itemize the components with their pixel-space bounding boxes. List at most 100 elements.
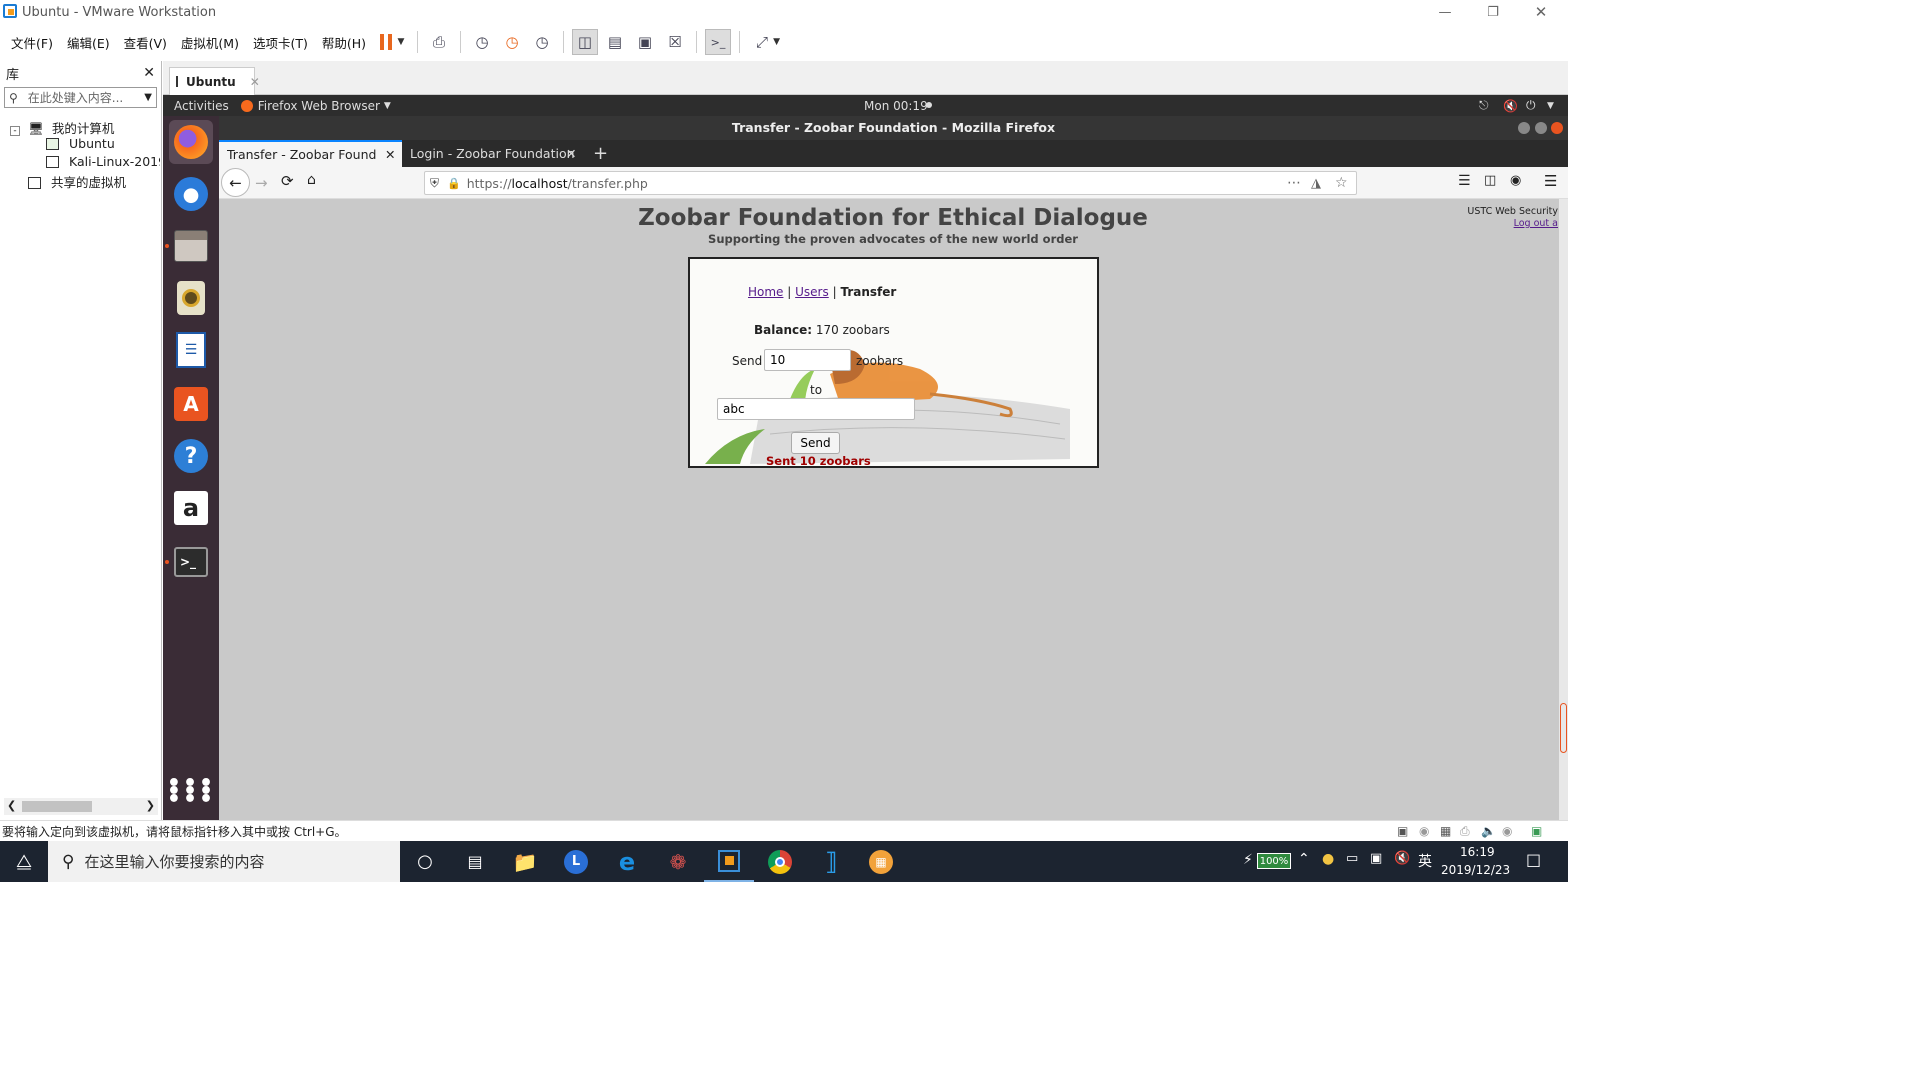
amount-input[interactable]: [764, 349, 851, 371]
scroll-right-icon[interactable]: ❯: [146, 799, 155, 812]
page-actions-icon[interactable]: ⋯: [1287, 175, 1301, 191]
chevron-down-icon[interactable]: ▼: [1547, 101, 1554, 111]
ff-close-button[interactable]: [1551, 122, 1563, 134]
battery-indicator[interactable]: 100%: [1257, 853, 1291, 869]
tab-login[interactable]: Login - Zoobar Foundation ✕: [402, 140, 582, 167]
taskbar-search-box[interactable]: ⚲ 在这里输入你要搜索的内容: [48, 841, 400, 882]
close-icon[interactable]: ✕: [385, 147, 395, 162]
recipient-input[interactable]: [717, 398, 915, 420]
close-button[interactable]: ✕: [1518, 0, 1564, 24]
app-menu[interactable]: Firefox Web Browser: [258, 99, 380, 113]
cd-icon[interactable]: ◉: [1419, 824, 1429, 838]
tray-expand-icon[interactable]: ⌃: [1298, 851, 1310, 867]
firefox-icon[interactable]: [169, 120, 213, 164]
thumbnail-bar-icon[interactable]: ▤: [602, 29, 628, 55]
new-tab-button[interactable]: +: [585, 140, 615, 167]
vscode-icon[interactable]: ⟧: [806, 841, 856, 882]
close-icon[interactable]: ✕: [566, 146, 576, 161]
reload-button[interactable]: ⟳: [281, 172, 294, 190]
hdd-icon[interactable]: ▣: [1397, 824, 1408, 838]
volume-muted-icon[interactable]: 🔇: [1394, 851, 1410, 866]
full-screen-icon[interactable]: ▣: [632, 29, 658, 55]
pause-icon[interactable]: ▼: [375, 29, 409, 55]
action-center-icon[interactable]: □: [1526, 850, 1541, 869]
menu-file[interactable]: 文件(F): [4, 33, 60, 52]
activities-button[interactable]: Activities: [174, 99, 229, 113]
url-bar[interactable]: ⛨ 🔒 https://localhost/transfer.php ⋯ ◮ ☆: [424, 171, 1357, 195]
app-icon[interactable]: ❁: [653, 841, 703, 882]
snapshot-manager-icon[interactable]: ◷: [529, 29, 555, 55]
console-view-icon[interactable]: >_: [705, 29, 732, 55]
clock[interactable]: Mon 00:19: [864, 99, 928, 113]
thunderbird-icon[interactable]: [171, 174, 211, 214]
chrome-icon[interactable]: [755, 841, 805, 882]
task-view-icon[interactable]: ▤: [450, 841, 500, 882]
terminal-icon[interactable]: >_: [171, 542, 211, 582]
file-explorer-icon[interactable]: 📁: [500, 841, 550, 882]
library-search-input[interactable]: ⚲ 在此处键入内容... ▼: [4, 87, 157, 108]
logout-link[interactable]: Log out a: [1514, 218, 1558, 229]
calendar-app-icon[interactable]: ▦: [856, 841, 906, 882]
display-icon[interactable]: ◉: [1502, 824, 1512, 838]
files-icon[interactable]: [171, 226, 211, 266]
vm-vscrollbar[interactable]: [1559, 199, 1568, 820]
pocket-icon[interactable]: ◮: [1311, 176, 1321, 191]
collapse-icon[interactable]: -: [10, 126, 20, 136]
printer-icon[interactable]: ⎙: [1460, 824, 1470, 839]
menu-tabs[interactable]: 选项卡(T): [246, 33, 315, 52]
windows-start-icon[interactable]: ⧋: [0, 841, 48, 882]
snapshot-icon[interactable]: ◷: [469, 29, 495, 55]
ff-maximize-button[interactable]: [1535, 122, 1547, 134]
close-icon[interactable]: ✕: [250, 75, 260, 89]
cortana-icon[interactable]: ○: [400, 841, 450, 882]
network-adapter-icon[interactable]: ▦: [1440, 824, 1451, 838]
show-library-icon[interactable]: ◫: [572, 29, 599, 55]
message-icon[interactable]: ▣: [1531, 824, 1542, 838]
home-button[interactable]: ⌂: [307, 172, 316, 188]
shield-icon[interactable]: ⛨: [430, 176, 439, 191]
tab-transfer[interactable]: Transfer - Zoobar Foundatio ✕: [219, 140, 402, 167]
back-button[interactable]: ←: [221, 168, 250, 197]
library-hscrollbar[interactable]: ❮ ❯: [4, 798, 158, 815]
menu-vm[interactable]: 虚拟机(M): [174, 33, 246, 52]
clock-app-icon[interactable]: L: [551, 841, 601, 882]
tray-app-icon[interactable]: ●: [1322, 851, 1334, 867]
library-icon[interactable]: ☰: [1458, 173, 1471, 189]
tab-ubuntu[interactable]: Ubuntu ✕: [169, 67, 260, 95]
taskbar-date[interactable]: 2019/12/23: [1441, 863, 1510, 877]
scroll-thumb[interactable]: [1560, 703, 1567, 753]
rhythmbox-icon[interactable]: [171, 278, 211, 318]
account-icon[interactable]: ◉: [1510, 173, 1521, 188]
bookmark-star-icon[interactable]: ☆: [1335, 175, 1348, 191]
hamburger-menu-icon[interactable]: ☰: [1544, 172, 1557, 190]
menu-help[interactable]: 帮助(H): [315, 33, 373, 52]
ff-minimize-button[interactable]: [1518, 122, 1530, 134]
chevron-down-icon[interactable]: ▼: [144, 92, 152, 103]
software-center-icon[interactable]: A: [171, 384, 211, 424]
forward-button[interactable]: →: [255, 174, 268, 192]
tree-item-shared[interactable]: 共享的虚拟机: [28, 172, 126, 191]
menu-edit[interactable]: 编辑(E): [60, 33, 117, 52]
network-icon[interactable]: ⎋: [1479, 98, 1489, 113]
nav-home-link[interactable]: Home: [748, 285, 783, 299]
writer-icon[interactable]: ☰: [171, 330, 211, 370]
menu-view[interactable]: 查看(V): [117, 33, 174, 52]
tree-item-my-computer[interactable]: - 🖥 我的计算机: [10, 118, 114, 137]
power-icon[interactable]: ⏻: [1526, 98, 1536, 113]
tree-item-kali[interactable]: Kali-Linux-2019.: [46, 154, 160, 169]
stretch-guest-icon[interactable]: ⤢ ▼: [748, 29, 788, 55]
volume-icon[interactable]: 🔇: [1503, 99, 1518, 113]
revert-snapshot-icon[interactable]: ◷: [499, 29, 525, 55]
chevron-down-icon[interactable]: ▼: [384, 101, 391, 111]
help-icon[interactable]: ?: [171, 436, 211, 476]
scroll-thumb[interactable]: [22, 801, 92, 812]
minimize-button[interactable]: —: [1422, 0, 1468, 24]
scroll-left-icon[interactable]: ❮: [7, 799, 16, 812]
network-icon[interactable]: ▣: [1370, 851, 1382, 866]
tree-item-ubuntu[interactable]: Ubuntu: [46, 136, 115, 151]
amazon-icon[interactable]: a: [171, 488, 211, 528]
sound-icon[interactable]: 🔈: [1481, 824, 1496, 838]
restore-button[interactable]: ❐: [1470, 0, 1516, 24]
library-close-icon[interactable]: ✕: [143, 65, 155, 81]
send-ctrl-alt-del-icon[interactable]: ⎙: [426, 29, 452, 55]
